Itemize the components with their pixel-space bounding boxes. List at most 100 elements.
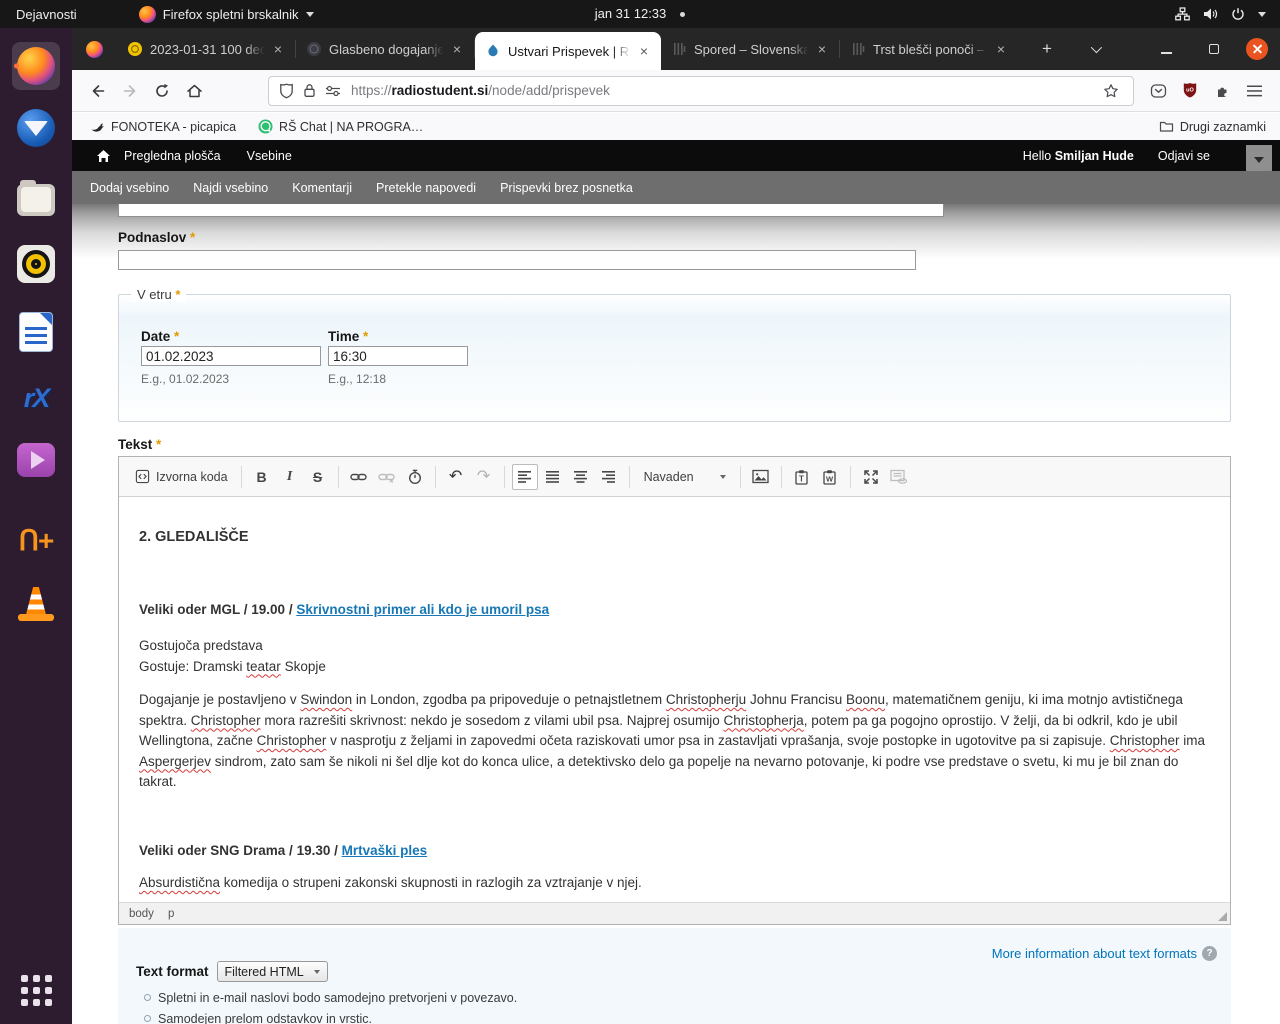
focused-app-menu[interactable]: Firefox spletni brskalnik xyxy=(139,6,314,23)
resize-handle[interactable] xyxy=(1218,912,1227,921)
admin-link-pregledna-plosca[interactable]: Pregledna plošča xyxy=(124,149,221,163)
pocket-button[interactable] xyxy=(1142,76,1174,106)
thunderbird-icon xyxy=(17,109,55,147)
path-p[interactable]: p xyxy=(168,908,174,920)
tab-close-button[interactable]: × xyxy=(813,40,831,58)
editor-text: Aspergerjev xyxy=(139,754,211,769)
dock-item-rx[interactable]: rX xyxy=(12,374,60,422)
editor-text: in London, zgodba pa pripoveduje o petna… xyxy=(352,692,666,707)
align-right-button[interactable] xyxy=(596,464,622,490)
help-icon[interactable]: ? xyxy=(1202,946,1217,961)
admin-home-button[interactable] xyxy=(90,141,116,171)
text-format-select[interactable]: Filtered HTML xyxy=(217,961,328,982)
stopwatch-icon xyxy=(407,469,423,485)
restore-button[interactable] xyxy=(1198,34,1230,64)
dock-item-libreoffice[interactable] xyxy=(12,308,60,356)
toolbar-toggle-button[interactable] xyxy=(1246,145,1272,174)
link-button[interactable] xyxy=(346,464,372,490)
lock-icon[interactable] xyxy=(303,83,316,98)
reload-button[interactable] xyxy=(146,76,178,106)
tab-close-button[interactable]: × xyxy=(269,40,287,58)
chevron-down-icon xyxy=(720,475,726,479)
permissions-icon[interactable] xyxy=(325,85,341,97)
naslov-field-partial[interactable] xyxy=(118,204,944,217)
ublock-origin-button[interactable]: uO xyxy=(1174,76,1206,106)
align-center-button[interactable] xyxy=(568,464,594,490)
bookmark-rs-chat[interactable]: RŠ Chat | NA PROGRA… xyxy=(258,119,423,134)
editor-link[interactable]: Mrtvaški ples xyxy=(342,843,428,858)
italic-button[interactable]: I xyxy=(277,464,303,490)
justify-button[interactable] xyxy=(540,464,566,490)
more-info-link[interactable]: More information about text formats xyxy=(992,946,1197,961)
editor-content[interactable]: 2. GLEDALIŠČEVeliki oder MGL / 19.00 / S… xyxy=(119,497,1230,902)
paste-text-button[interactable]: T xyxy=(789,464,815,490)
new-tab-button[interactable]: + xyxy=(1032,34,1062,64)
forward-button[interactable] xyxy=(114,76,146,106)
username: Smiljan Hude xyxy=(1055,149,1134,163)
templates-button[interactable] xyxy=(886,464,912,490)
tab-glasbeno-dogajanje[interactable]: Glasbeno dogajanje × xyxy=(296,32,474,66)
align-left-button[interactable] xyxy=(512,464,538,490)
tracking-shield-icon[interactable] xyxy=(279,83,294,99)
home-button[interactable] xyxy=(178,76,210,106)
tab-close-button[interactable]: × xyxy=(448,40,466,58)
dock-item-firefox[interactable] xyxy=(12,42,60,90)
date-field[interactable] xyxy=(141,346,321,366)
firefox-icon xyxy=(86,41,103,58)
shortcut-komentarji[interactable]: Komentarji xyxy=(292,181,352,195)
dock-item-audio-player[interactable] xyxy=(12,240,60,288)
bookmarks-toolbar: FONOTEKA - picapica RŠ Chat | NA PROGRA…… xyxy=(72,113,1280,140)
back-button[interactable] xyxy=(82,76,114,106)
paste-word-button[interactable]: W xyxy=(817,464,843,490)
path-body[interactable]: body xyxy=(129,908,154,920)
paragraph-format-select[interactable]: Navaden xyxy=(637,464,733,490)
tab-spored-slovenska[interactable]: Spored – Slovenska × xyxy=(661,32,839,66)
maximize-button[interactable] xyxy=(858,464,884,490)
admin-link-vsebine[interactable]: Vsebine xyxy=(247,149,292,163)
dock-item-media-player[interactable] xyxy=(12,436,60,484)
undo-button[interactable]: ↶ xyxy=(443,464,469,490)
ckeditor-toolbar: Izvorna koda B I S ↶ ↷ xyxy=(119,457,1230,497)
bold-button[interactable]: B xyxy=(249,464,275,490)
strikethrough-button[interactable]: S xyxy=(305,464,331,490)
podnaslov-field[interactable] xyxy=(118,250,916,270)
editor-link[interactable]: Skrivnostni primer ali kdo je umoril psa xyxy=(296,602,549,617)
svg-text:uO: uO xyxy=(1186,88,1194,94)
list-tabs-button[interactable] xyxy=(1080,34,1110,64)
tab-ustvari-prispevek[interactable]: Ustvari Prispevek | R × xyxy=(475,32,661,70)
activities-button[interactable]: Dejavnosti xyxy=(0,0,93,28)
show-applications-button[interactable] xyxy=(12,966,60,1014)
tab-trst-blesci-ponoci[interactable]: Trst blešči ponoči – S × xyxy=(840,32,1018,66)
source-button[interactable]: Izvorna koda xyxy=(129,464,234,490)
menu-hamburger-button[interactable] xyxy=(1238,76,1270,106)
minimize-button[interactable] xyxy=(1150,34,1182,64)
dock-item-thunderbird[interactable] xyxy=(12,104,60,152)
image-button[interactable] xyxy=(748,464,774,490)
gnome-top-bar: Dejavnosti Firefox spletni brskalnik jan… xyxy=(0,0,1280,28)
shortcut-prispevki-brez-posnetka[interactable]: Prispevki brez posnetka xyxy=(500,181,633,195)
bookmark-star-button[interactable] xyxy=(1095,76,1127,106)
url-bar[interactable]: https://radiostudent.si/node/add/prispev… xyxy=(268,76,1134,106)
other-bookmarks-folder[interactable]: Drugi zaznamki xyxy=(1159,120,1266,134)
close-button[interactable] xyxy=(1246,38,1268,60)
system-tray[interactable] xyxy=(1175,7,1280,21)
restore-icon xyxy=(1209,44,1219,54)
dock-item-files[interactable] xyxy=(12,176,60,224)
tab-close-button[interactable]: × xyxy=(992,40,1010,58)
time-field[interactable] xyxy=(328,346,468,366)
shortcut-dodaj-vsebino[interactable]: Dodaj vsebino xyxy=(90,181,169,195)
logout-link[interactable]: Odjavi se xyxy=(1158,149,1210,163)
navigation-toolbar: https://radiostudent.si/node/add/prispev… xyxy=(72,70,1280,112)
extensions-puzzle-button[interactable] xyxy=(1206,76,1238,106)
timer-button[interactable] xyxy=(402,464,428,490)
tab-100decibelov[interactable]: 2023-01-31 100 deci × xyxy=(117,32,295,66)
unlink-button[interactable] xyxy=(374,464,400,490)
redo-button[interactable]: ↷ xyxy=(471,464,497,490)
dock-item-nplus[interactable]: Ո+ xyxy=(12,516,60,564)
tab-close-button[interactable]: × xyxy=(635,42,653,60)
shortcut-najdi-vsebino[interactable]: Najdi vsebino xyxy=(193,181,268,195)
dock-item-vlc[interactable] xyxy=(12,580,60,628)
shortcut-pretekle-napovedi[interactable]: Pretekle napovedi xyxy=(376,181,476,195)
editor-paragraph: Dogajanje je postavljeno v Swindon in Lo… xyxy=(139,690,1210,793)
bookmark-fonoteka[interactable]: FONOTEKA - picapica xyxy=(90,120,236,134)
